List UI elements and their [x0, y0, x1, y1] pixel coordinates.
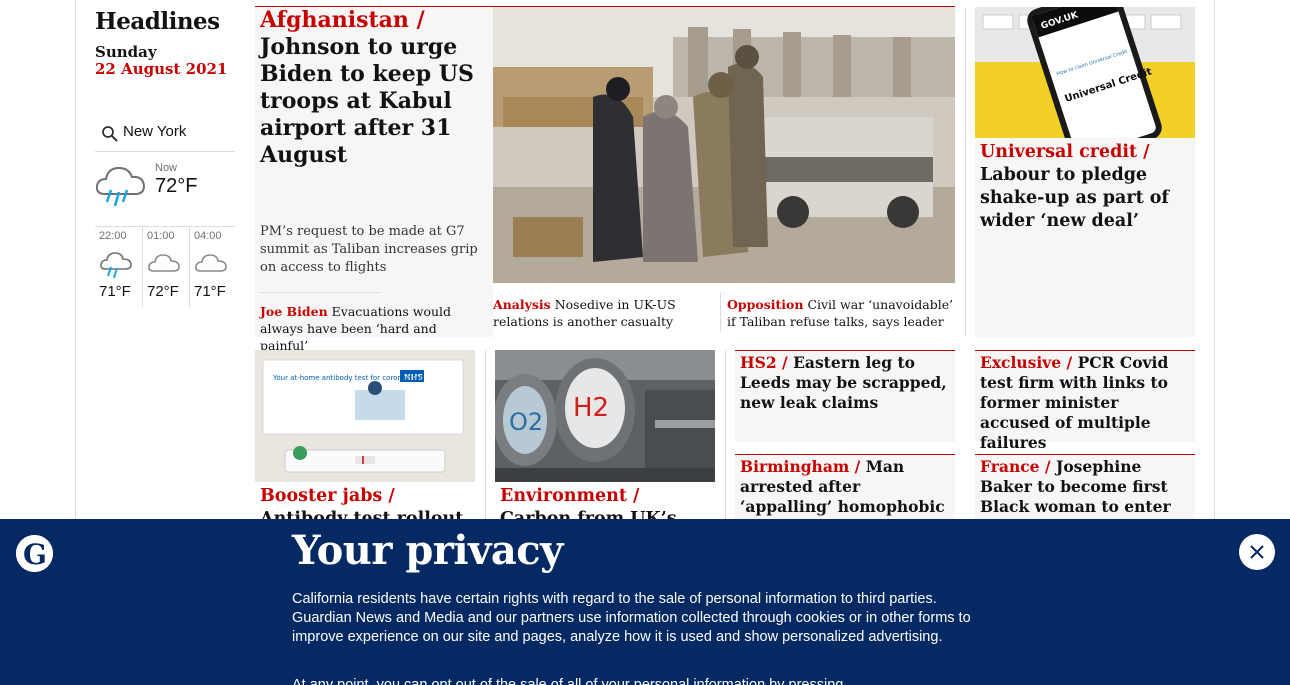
story-photo[interactable]: NHS Your at-home antibody test for coron… — [255, 350, 475, 482]
story-headline[interactable]: Exclusive / PCR Covid test firm with lin… — [980, 353, 1192, 453]
sublink-analysis[interactable]: Analysis Nosedive in UK-US relations is … — [493, 296, 721, 330]
forecast-time: 01:00 — [147, 230, 175, 242]
story-kicker[interactable]: France / — [980, 457, 1051, 476]
lead-kicker[interactable]: Afghanistan / — [260, 7, 425, 33]
forecast-item: 04:00 71°F — [189, 227, 236, 307]
forecast-item: 22:00 71°F — [95, 227, 142, 307]
sublink-kicker[interactable]: Analysis — [493, 297, 551, 312]
section-title: Headlines — [95, 8, 220, 35]
story-card-exclusive[interactable]: Exclusive / PCR Covid test firm with lin… — [975, 350, 1195, 452]
forecast-item: 01:00 72°F — [142, 227, 189, 307]
banner-title: Your privacy — [292, 527, 563, 574]
svg-text:G: G — [23, 538, 47, 571]
photo-text: Your at-home antibody test for coronavir… — [272, 374, 424, 382]
story-photo[interactable]: GOV.UK Universal Credit How to claim Uni… — [975, 7, 1195, 138]
photo-text: H2 — [573, 393, 609, 423]
story-kicker[interactable]: Universal credit / — [980, 142, 1150, 162]
lead-headline[interactable]: Afghanistan / Johnson to urge Biden to k… — [260, 7, 488, 169]
story-kicker[interactable]: Environment / — [500, 486, 639, 506]
cloud-icon — [148, 254, 180, 272]
kabul-airport-photo — [493, 7, 955, 283]
story-card-birmingham[interactable]: Birmingham / Man arrested after ‘appalli… — [735, 454, 955, 536]
hydrogen-tank-photo: O2 H2 — [495, 350, 715, 482]
sublink-biden[interactable]: Joe Biden Evacuations would always have … — [260, 303, 488, 354]
forecast-temperature: 71°F — [194, 283, 226, 300]
current-temperature: 72°F — [155, 175, 198, 197]
sublink-opposition[interactable]: Opposition Civil war ‘unavoidable’ if Ta… — [727, 296, 955, 330]
photo-text: O2 — [509, 408, 543, 436]
guardian-logo-icon: G — [16, 535, 53, 572]
lead-photo[interactable] — [493, 7, 955, 283]
forecast-time: 22:00 — [99, 230, 127, 242]
story-photo[interactable]: O2 H2 — [495, 350, 715, 482]
divider — [260, 292, 380, 293]
forecast-temperature: 71°F — [99, 283, 131, 300]
story-headline[interactable]: HS2 / Eastern leg to Leeds may be scrapp… — [740, 353, 952, 413]
forecast-time: 04:00 — [194, 230, 222, 242]
date-label: 22 August 2021 — [95, 60, 228, 78]
story-card-booster[interactable]: NHS Your at-home antibody test for coron… — [255, 350, 475, 529]
antibody-test-photo: NHS Your at-home antibody test for coron… — [255, 350, 475, 482]
sublink-kicker[interactable]: Joe Biden — [260, 304, 328, 319]
close-icon[interactable] — [1239, 534, 1275, 570]
divider — [720, 292, 721, 332]
search-icon[interactable] — [101, 125, 119, 143]
story-kicker[interactable]: Booster jabs / — [260, 486, 395, 506]
day-label: Sunday — [95, 43, 157, 61]
divider — [485, 350, 486, 520]
rain-cloud-icon — [100, 252, 132, 279]
story-kicker[interactable]: Exclusive / — [980, 353, 1072, 372]
lead-story-card[interactable]: Afghanistan / Johnson to urge Biden to k… — [255, 7, 493, 353]
lead-standfirst: PM’s request to be made at G7 summit as … — [260, 224, 478, 275]
story-card-environment[interactable]: O2 H2 Environment / Carbon from UK’s blu… — [495, 350, 715, 552]
location-search[interactable]: New York — [95, 116, 235, 152]
story-headline[interactable]: Universal credit / Labour to pledge shak… — [980, 141, 1192, 233]
sublink-kicker[interactable]: Opposition — [727, 297, 803, 312]
lead-headline-text[interactable]: Johnson to urge Biden to keep US troops … — [260, 34, 474, 168]
divider — [725, 350, 726, 520]
story-kicker[interactable]: HS2 / — [740, 353, 788, 372]
forecast-row: 22:00 71°F 01:00 72°F 04:00 71°F — [95, 226, 236, 307]
story-kicker[interactable]: Birmingham / — [740, 457, 860, 476]
story-card-hs2[interactable]: HS2 / Eastern leg to Leeds may be scrapp… — [735, 350, 955, 442]
now-label: Now — [155, 162, 178, 174]
location-name[interactable]: New York — [123, 123, 186, 140]
banner-body: California residents have certain rights… — [292, 591, 971, 645]
rain-cloud-icon — [95, 166, 146, 207]
privacy-banner: G Your privacy California residents have… — [0, 519, 1290, 685]
banner-body-continued: At any point, you can opt out of the sal… — [292, 677, 844, 685]
divider — [965, 7, 966, 337]
forecast-temperature: 72°F — [147, 283, 179, 300]
story-card-universal-credit[interactable]: GOV.UK Universal Credit How to claim Uni… — [975, 7, 1195, 337]
cloud-icon — [195, 254, 227, 272]
phone-photo: GOV.UK Universal Credit How to claim Uni… — [975, 7, 1195, 138]
close-button[interactable] — [1239, 534, 1275, 570]
story-headline-text[interactable]: Labour to pledge shake-up as part of wid… — [980, 165, 1169, 231]
story-card-france[interactable]: France / Josephine Baker to become first… — [975, 454, 1195, 536]
